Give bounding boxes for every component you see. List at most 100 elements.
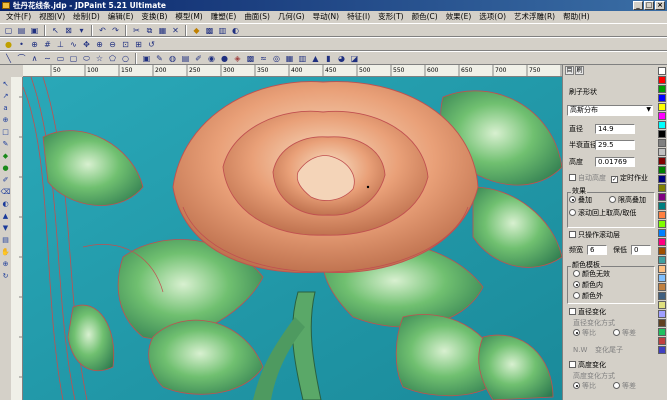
maximize-button[interactable]: □ <box>644 1 654 10</box>
diam-equal-radio[interactable]: 等差 <box>613 329 636 338</box>
pan-icon[interactable]: ✥ <box>81 39 92 50</box>
menu-item-5[interactable]: 模型(M) <box>171 11 206 23</box>
color-none-radio[interactable]: 颜色无效 <box>573 270 610 279</box>
palette-swatch[interactable] <box>658 265 666 273</box>
texture-icon[interactable]: ▩ <box>245 53 256 64</box>
palette-swatch[interactable] <box>658 301 666 309</box>
rect-tool-icon[interactable]: □ <box>1 127 11 137</box>
menu-item-16[interactable]: 帮助(H) <box>559 11 594 23</box>
relief-canvas[interactable] <box>23 77 562 400</box>
circle-icon[interactable]: ○ <box>120 53 131 64</box>
menu-item-13[interactable]: 效果(E) <box>442 11 476 23</box>
sculpt-icon[interactable]: ✎ <box>154 53 165 64</box>
timed-op-checkbox[interactable]: ✓ 定时作业 <box>611 174 648 183</box>
effect-overlay-radio[interactable]: 叠加 <box>569 196 592 205</box>
spline-icon[interactable]: ∼ <box>42 53 53 64</box>
spacing-input[interactable]: 6 <box>587 245 607 255</box>
menu-item-15[interactable]: 艺术浮雕(R) <box>510 11 559 23</box>
hole-icon[interactable]: ◎ <box>271 53 282 64</box>
palette-swatch[interactable] <box>658 283 666 291</box>
ellipse-icon[interactable]: ⬭ <box>81 53 92 64</box>
zoom-fit-icon[interactable]: ⊡ <box>120 39 131 50</box>
palette-swatch[interactable] <box>658 130 666 138</box>
diam-ratio-radio[interactable]: 等比 <box>573 329 596 338</box>
shade-icon[interactable]: ◐ <box>230 25 241 36</box>
transform-tool-icon[interactable]: ⊕ <box>1 115 11 125</box>
cube-icon[interactable]: ▦ <box>284 53 295 64</box>
cylinder-icon[interactable]: ▮ <box>323 53 334 64</box>
grid-icon[interactable]: # <box>42 39 53 50</box>
menu-item-2[interactable]: 绘制(D) <box>69 11 104 23</box>
undo-icon[interactable]: ↶ <box>97 25 108 36</box>
rectangle-icon[interactable]: ▭ <box>55 53 66 64</box>
color-icon[interactable]: ◆ <box>191 25 202 36</box>
palette-swatch[interactable] <box>658 274 666 282</box>
panel-tab-brush[interactable]: 刷 <box>575 66 584 75</box>
mold-icon[interactable]: ◉ <box>206 53 217 64</box>
menu-item-0[interactable]: 文件(F) <box>2 11 35 23</box>
copy-icon[interactable]: ⧉ <box>144 25 155 36</box>
view-icon[interactable]: ▥ <box>217 25 228 36</box>
minimize-button[interactable]: _ <box>633 1 643 10</box>
distribution-select[interactable]: 高斯分布 ▼ <box>567 105 653 116</box>
close-button[interactable]: × <box>655 1 665 10</box>
palette-swatch[interactable] <box>658 103 666 111</box>
hand-tool-icon[interactable]: ✋ <box>1 247 11 257</box>
height-ratio-radio[interactable]: 等比 <box>573 382 596 391</box>
half-diameter-input[interactable]: 29.5 <box>595 140 635 150</box>
extrude-icon[interactable]: ▥ <box>297 53 308 64</box>
open-file-icon[interactable]: ▤ <box>16 25 27 36</box>
effect-drag-radio[interactable]: 滚动回上取高/取低 <box>569 209 636 218</box>
panel-tab-layer[interactable]: 目 <box>565 66 574 75</box>
keep-input[interactable]: 0 <box>631 245 651 255</box>
line-icon[interactable]: ╲ <box>3 53 14 64</box>
menu-item-9[interactable]: 导动(N) <box>309 11 343 23</box>
palette-swatch[interactable] <box>658 121 666 129</box>
zoom-prev-icon[interactable]: ↺ <box>146 39 157 50</box>
erase-tool-icon[interactable]: ⌫ <box>1 187 11 197</box>
height-input[interactable]: 0.01769 <box>595 157 635 167</box>
palette-swatch[interactable] <box>658 148 666 156</box>
snap-icon[interactable]: ⊕ <box>29 39 40 50</box>
palette-swatch[interactable] <box>658 184 666 192</box>
zoom-tool-icon[interactable]: ⊕ <box>1 259 11 269</box>
new-file-icon[interactable]: ▢ <box>3 25 14 36</box>
op-area-only-checkbox[interactable]: 只操作滚动层 <box>569 231 620 240</box>
cone-icon[interactable]: ▲ <box>310 53 321 64</box>
palette-swatch[interactable] <box>658 328 666 336</box>
menu-item-7[interactable]: 曲面(S) <box>240 11 274 23</box>
menu-item-14[interactable]: 选项(O) <box>475 11 510 23</box>
menu-item-1[interactable]: 视图(V) <box>35 11 69 23</box>
palette-swatch[interactable] <box>658 202 666 210</box>
palette-swatch[interactable] <box>658 85 666 93</box>
palette-swatch[interactable] <box>658 157 666 165</box>
palette-swatch[interactable] <box>658 256 666 264</box>
polygon-icon[interactable]: ⬠ <box>107 53 118 64</box>
cut-plane-icon[interactable]: ◪ <box>349 53 360 64</box>
palette-swatch[interactable] <box>658 337 666 345</box>
text-tool-icon[interactable]: a <box>1 103 11 113</box>
stamp-tool-icon[interactable]: ▤ <box>1 235 11 245</box>
lamp-tool-icon[interactable]: ● <box>1 163 11 173</box>
menu-item-10[interactable]: 特征(I) <box>343 11 374 23</box>
curve-icon[interactable]: ∿ <box>68 39 79 50</box>
palette-swatch[interactable] <box>658 220 666 228</box>
stamp-icon[interactable]: ▤ <box>180 53 191 64</box>
palette-swatch[interactable] <box>658 139 666 147</box>
light-icon[interactable]: ● <box>3 39 14 50</box>
palette-swatch[interactable] <box>658 211 666 219</box>
zoom-out-icon[interactable]: ⊖ <box>107 39 118 50</box>
palette-swatch[interactable] <box>658 292 666 300</box>
height-equal-radio[interactable]: 等差 <box>613 382 636 391</box>
palette-swatch[interactable] <box>658 67 666 75</box>
wave-icon[interactable]: ≈ <box>258 53 269 64</box>
color-model-icon[interactable]: ◈ <box>232 53 243 64</box>
rotate-tool-icon[interactable]: ↻ <box>1 271 11 281</box>
palette-swatch[interactable] <box>658 193 666 201</box>
max-action-button[interactable]: 变化尾子 <box>595 346 623 355</box>
fill-tool-icon[interactable]: ◆ <box>1 151 11 161</box>
select-icon[interactable]: ↖ <box>50 25 61 36</box>
star-icon[interactable]: ☆ <box>94 53 105 64</box>
palette-swatch[interactable] <box>658 247 666 255</box>
effect-limit-radio[interactable]: 限高叠加 <box>609 196 646 205</box>
